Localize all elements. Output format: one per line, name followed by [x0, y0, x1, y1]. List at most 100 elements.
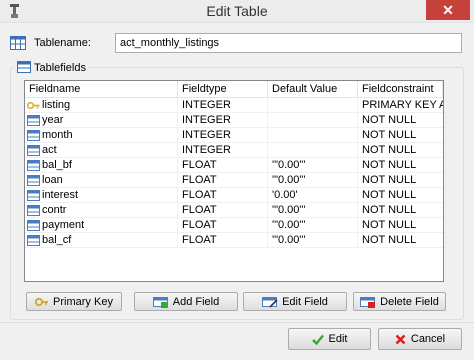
cell-fieldname: listing	[25, 98, 178, 113]
window-title: Edit Table	[206, 3, 268, 19]
cell-fieldtype: INTEGER	[178, 98, 268, 113]
fields-table[interactable]: Fieldname Fieldtype Default Value Fieldc…	[24, 80, 444, 282]
cell-fieldname: act	[25, 143, 178, 158]
table-row[interactable]: bal_cf FLOAT '"0.00"' NOT NULL	[25, 233, 443, 248]
cell-fieldname: month	[25, 128, 178, 143]
field-icon	[27, 219, 42, 231]
cell-default-value: '"0.00"'	[268, 158, 358, 173]
key-icon	[35, 297, 49, 306]
cell-default-value	[268, 128, 358, 143]
cancel-button[interactable]: Cancel	[378, 328, 462, 350]
field-icon	[27, 129, 42, 141]
cell-fieldtype: FLOAT	[178, 218, 268, 233]
fieldname-text: loan	[42, 173, 63, 186]
field-icon	[27, 234, 42, 246]
edit-field-label: Edit Field	[282, 295, 328, 308]
tablefields-label: Tablefields	[34, 62, 86, 74]
cancel-x-icon	[395, 334, 406, 344]
field-icon	[27, 159, 42, 171]
cell-fieldtype: INTEGER	[178, 113, 268, 128]
field-icon	[27, 114, 42, 126]
fields-icon	[17, 61, 31, 73]
cell-fieldconstraint: NOT NULL	[358, 158, 443, 173]
fieldname-text: interest	[42, 188, 79, 201]
cell-fieldconstraint: NOT NULL	[358, 203, 443, 218]
column-header-fieldtype[interactable]: Fieldtype	[178, 81, 268, 97]
fieldname-text: payment	[42, 218, 85, 231]
edit-field-button[interactable]: Edit Field	[243, 292, 347, 311]
edit-button[interactable]: Edit	[288, 328, 371, 350]
cell-fieldconstraint: NOT NULL	[358, 173, 443, 188]
table-row[interactable]: bal_bf FLOAT '"0.00"' NOT NULL	[25, 158, 443, 173]
cell-fieldconstraint: NOT NULL	[358, 188, 443, 203]
cell-fieldname: payment	[25, 218, 178, 233]
fieldname-text: bal_cf	[42, 233, 72, 246]
fieldname-text: year	[42, 113, 64, 126]
table-row[interactable]: payment FLOAT '"0.00"' NOT NULL	[25, 218, 443, 233]
cell-fieldname: bal_bf	[25, 158, 178, 173]
column-header-fieldconstraint[interactable]: Fieldconstraint	[358, 81, 443, 97]
cell-fieldconstraint: PRIMARY KEY A...	[358, 98, 443, 113]
field-buttons-row: Primary Key Add Field Edit Field Delete …	[26, 292, 446, 311]
cell-default-value: '"0.00"'	[268, 218, 358, 233]
field-icon	[27, 204, 42, 216]
primary-key-label: Primary Key	[53, 295, 113, 308]
fieldname-text: listing	[42, 98, 71, 111]
tablename-input[interactable]: act_monthly_listings	[115, 33, 462, 53]
cell-fieldconstraint: NOT NULL	[358, 113, 443, 128]
table-row[interactable]: year INTEGER NOT NULL	[25, 113, 443, 128]
close-button[interactable]: ✕	[426, 0, 470, 20]
cell-fieldname: loan	[25, 173, 178, 188]
check-icon	[311, 334, 324, 345]
fieldname-text: act	[42, 143, 57, 156]
table-row[interactable]: loan FLOAT '"0.00"' NOT NULL	[25, 173, 443, 188]
tablename-row: Tablename: act_monthly_listings	[10, 33, 462, 55]
cell-fieldtype: FLOAT	[178, 158, 268, 173]
add-field-button[interactable]: Add Field	[134, 292, 238, 311]
table-row[interactable]: act INTEGER NOT NULL	[25, 143, 443, 158]
column-header-fieldname[interactable]: Fieldname	[25, 81, 178, 97]
cell-fieldtype: INTEGER	[178, 128, 268, 143]
table-icon	[10, 36, 26, 50]
footer-separator	[0, 322, 474, 323]
table-row[interactable]: month INTEGER NOT NULL	[25, 128, 443, 143]
delete-field-icon	[360, 296, 376, 308]
field-icon	[27, 174, 42, 186]
field-icon	[27, 144, 42, 156]
table-header: Fieldname Fieldtype Default Value Fieldc…	[25, 81, 443, 98]
fieldname-text: month	[42, 128, 73, 141]
tablefields-group-label: Tablefields	[14, 60, 89, 76]
cell-fieldtype: FLOAT	[178, 203, 268, 218]
edit-field-icon	[262, 296, 278, 308]
add-field-icon	[152, 296, 168, 308]
cell-fieldconstraint: NOT NULL	[358, 233, 443, 248]
key-icon	[27, 100, 42, 111]
delete-field-label: Delete Field	[380, 295, 439, 308]
cell-default-value: '"0.00"'	[268, 203, 358, 218]
cell-fieldtype: FLOAT	[178, 233, 268, 248]
table-row[interactable]: interest FLOAT '0.00' NOT NULL	[25, 188, 443, 203]
primary-key-button[interactable]: Primary Key	[26, 292, 122, 311]
cell-fieldname: bal_cf	[25, 233, 178, 248]
cancel-button-label: Cancel	[410, 333, 446, 345]
cell-fieldtype: FLOAT	[178, 188, 268, 203]
column-header-default-value[interactable]: Default Value	[268, 81, 358, 97]
field-icon	[27, 189, 42, 201]
add-field-label: Add Field	[172, 295, 220, 308]
table-row[interactable]: contr FLOAT '"0.00"' NOT NULL	[25, 203, 443, 218]
fieldname-text: bal_bf	[42, 158, 72, 171]
cell-default-value: '"0.00"'	[268, 233, 358, 248]
title-bar: Edit Table ✕	[0, 0, 474, 23]
cell-fieldname: year	[25, 113, 178, 128]
tablename-label: Tablename:	[34, 37, 91, 49]
cell-fieldname: interest	[25, 188, 178, 203]
fieldname-text: contr	[42, 203, 67, 216]
cell-fieldconstraint: NOT NULL	[358, 143, 443, 158]
cell-fieldconstraint: NOT NULL	[358, 128, 443, 143]
cell-default-value: '"0.00"'	[268, 173, 358, 188]
cell-fieldname: contr	[25, 203, 178, 218]
table-row[interactable]: listing INTEGER PRIMARY KEY A...	[25, 98, 443, 113]
table-body: listing INTEGER PRIMARY KEY A... year INTEGE…	[25, 98, 443, 248]
delete-field-button[interactable]: Delete Field	[353, 292, 446, 311]
cell-default-value: '0.00'	[268, 188, 358, 203]
